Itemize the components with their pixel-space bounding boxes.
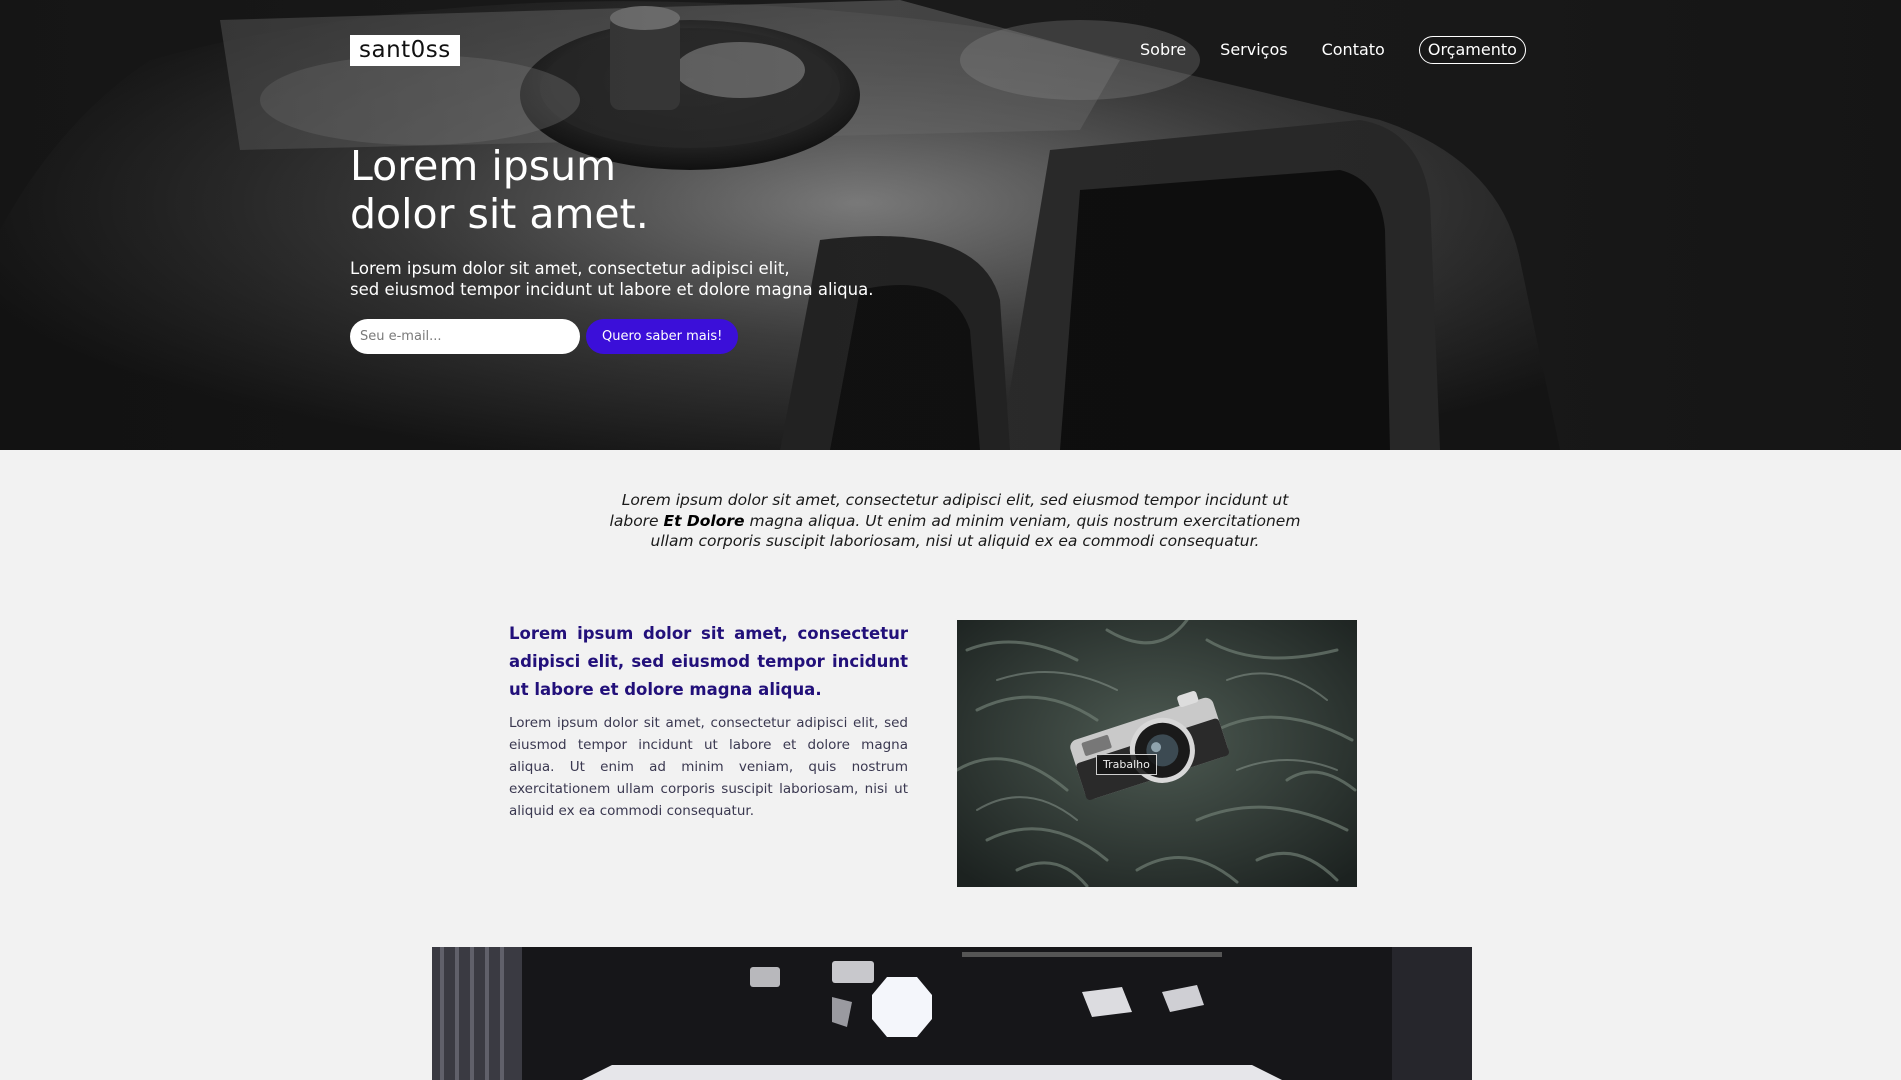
feature-text-block: Lorem ipsum dolor sit amet, consectetur … — [509, 620, 908, 822]
hero-title: Lorem ipsum dolor sit amet. — [350, 142, 649, 238]
hero-title-line: dolor sit amet. — [350, 190, 649, 238]
camera-in-grass-photo — [957, 620, 1357, 887]
landing-page: sant0ss Sobre Serviços Contato Orçamento… — [0, 0, 1901, 1080]
hero-subtitle: Lorem ipsum dolor sit amet, consectetur … — [350, 258, 873, 300]
quero-saber-mais-button[interactable]: Quero saber mais! — [586, 319, 739, 354]
photo-studio-photo — [432, 947, 1472, 1080]
brand-logo[interactable]: sant0ss — [350, 35, 460, 66]
hero-subtitle-line: sed eiusmod tempor incidunt ut labore et… — [350, 280, 874, 299]
main-nav: Sobre Serviços Contato Orçamento — [1140, 36, 1526, 64]
nav-link-servicos[interactable]: Serviços — [1220, 37, 1287, 63]
hero-section: sant0ss Sobre Serviços Contato Orçamento… — [0, 0, 1901, 450]
nav-link-sobre[interactable]: Sobre — [1140, 37, 1186, 63]
intro-paragraph: Lorem ipsum dolor sit amet, consectetur … — [600, 490, 1310, 552]
intro-text-after: magna aliqua. Ut enim ad minim veniam, q… — [650, 511, 1301, 551]
feature-camera-image: Trabalho — [957, 620, 1357, 887]
hero-subtitle-line: Lorem ipsum dolor sit amet, consectetur … — [350, 259, 790, 278]
intro-emphasis: Et Dolore — [663, 511, 745, 530]
studio-image — [432, 947, 1472, 1080]
image-caption: Trabalho — [1096, 754, 1157, 775]
nav-link-contato[interactable]: Contato — [1322, 37, 1385, 63]
signup-form: Quero saber mais! — [350, 319, 739, 354]
hero-overlay — [0, 0, 1901, 450]
feature-heading: Lorem ipsum dolor sit amet, consectetur … — [509, 624, 908, 699]
orcamento-button[interactable]: Orçamento — [1418, 36, 1526, 64]
email-input[interactable] — [350, 319, 580, 354]
hero-title-line: Lorem ipsum — [350, 142, 617, 190]
feature-body: Lorem ipsum dolor sit amet, consectetur … — [509, 715, 908, 819]
